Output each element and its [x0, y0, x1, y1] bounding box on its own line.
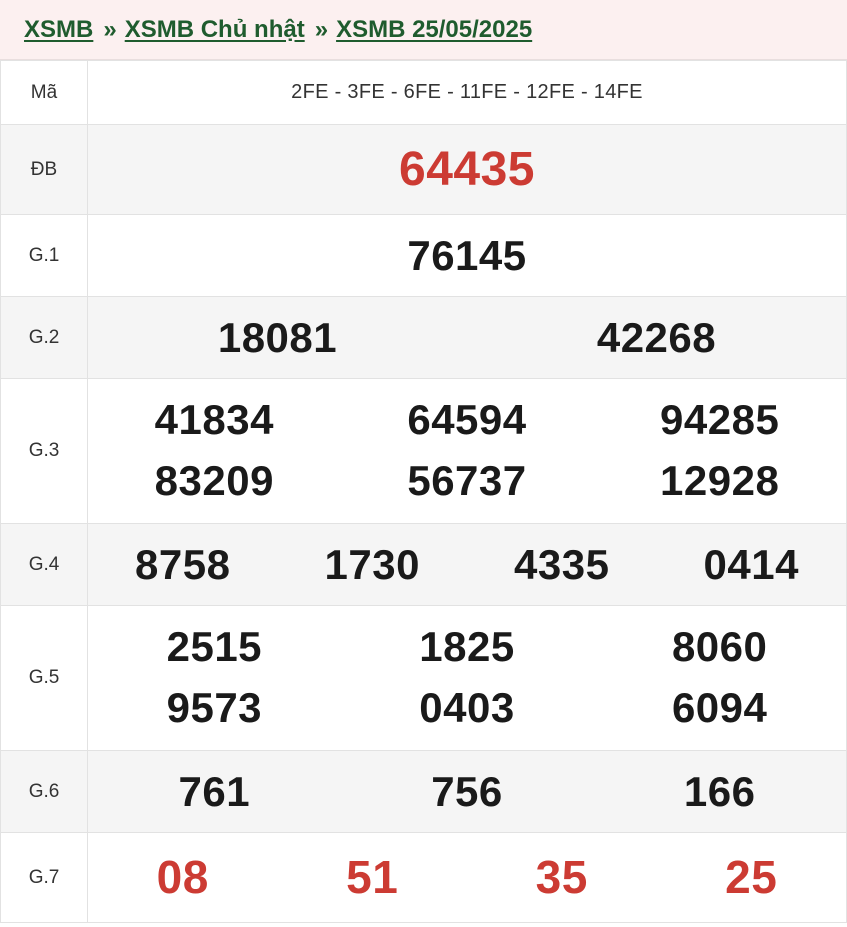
prize-3-number: 56737	[407, 457, 527, 504]
table-row-prize-5: G.5 2515 1825 8060 9573 0403 6094	[0, 605, 847, 751]
prize-3-number: 12928	[660, 457, 780, 504]
prize-5-number: 9573	[166, 684, 263, 731]
prize-5-number: 1825	[419, 623, 515, 671]
prize-5-number: 8060	[671, 623, 768, 671]
prize-4-cell: 8758 1730 4335 0414	[87, 523, 847, 606]
breadcrumb: XSMB » XSMB Chủ nhật » XSMB 25/05/2025	[0, 0, 847, 60]
table-row-code: Mã 2FE - 3FE - 6FE - 11FE - 12FE - 14FE	[0, 60, 847, 125]
prize-6-number: 166	[683, 767, 756, 815]
table-row-prize-2: G.2 18081 42268	[0, 296, 847, 379]
special-prize-cell: 64435	[87, 124, 847, 215]
table-row-prize-7: G.7 08 51 35 25	[0, 832, 847, 923]
prize-7-number: 51	[346, 850, 399, 903]
prize-2-number: 42268	[596, 313, 717, 361]
prize-6-number: 756	[431, 767, 503, 815]
prize-5-cell: 2515 1825 8060 9573 0403 6094	[87, 605, 847, 751]
breadcrumb-separator: »	[103, 15, 117, 43]
breadcrumb-link-xsmb[interactable]: XSMB	[24, 16, 93, 44]
row-label-prize-2: G.2	[0, 296, 88, 379]
table-row-prize-1: G.1 76145	[0, 214, 847, 297]
prize-4-number: 8758	[135, 540, 231, 588]
prize-7-cell: 08 51 35 25	[87, 832, 847, 923]
prize-5-number: 0403	[419, 684, 515, 731]
table-row-prize-4: G.4 8758 1730 4335 0414	[0, 523, 847, 606]
row-label-prize-7: G.7	[0, 832, 88, 923]
breadcrumb-separator: »	[314, 15, 329, 43]
special-prize-number: 64435	[399, 142, 535, 196]
results-page: XSMB » XSMB Chủ nhật » XSMB 25/05/2025 M…	[0, 0, 847, 927]
code-value: 2FE - 3FE - 6FE - 11FE - 12FE - 14FE	[87, 60, 847, 125]
prize-1-number: 76145	[407, 231, 527, 279]
breadcrumb-link-xsmb-date[interactable]: XSMB 25/05/2025	[336, 16, 532, 44]
row-label-prize-6: G.6	[0, 750, 88, 833]
prize-6-number: 761	[178, 767, 251, 815]
prize-4-number: 4335	[514, 540, 610, 588]
prize-3-number: 83209	[154, 457, 274, 504]
prize-4-number: 1730	[324, 540, 420, 588]
prize-3-cell: 41834 64594 94285 83209 56737 12928	[87, 378, 847, 524]
results-table: Mã 2FE - 3FE - 6FE - 11FE - 12FE - 14FE …	[0, 60, 847, 923]
row-label-code: Mã	[0, 60, 88, 125]
prize-3-number: 64594	[407, 396, 527, 444]
prize-7-number: 08	[156, 850, 209, 903]
prize-2-number: 18081	[217, 313, 338, 361]
breadcrumb-link-xsmb-sunday[interactable]: XSMB Chủ nhật	[125, 16, 305, 44]
prize-3-number: 94285	[660, 396, 780, 444]
row-label-special-prize: ĐB	[0, 124, 88, 215]
row-label-prize-3: G.3	[0, 378, 88, 524]
prize-7-number: 35	[535, 850, 588, 903]
prize-1-cell: 76145	[87, 214, 847, 297]
prize-2-cell: 18081 42268	[87, 296, 847, 379]
table-row-prize-3: G.3 41834 64594 94285 83209 56737 12928	[0, 378, 847, 524]
prize-7-number: 25	[725, 850, 778, 903]
prize-5-number: 6094	[671, 684, 768, 731]
row-label-prize-4: G.4	[0, 523, 88, 606]
row-label-prize-5: G.5	[0, 605, 88, 751]
prize-6-cell: 761 756 166	[87, 750, 847, 833]
table-row-prize-6: G.6 761 756 166	[0, 750, 847, 833]
prize-5-number: 2515	[166, 623, 263, 671]
prize-3-number: 41834	[154, 396, 274, 444]
table-row-special-prize: ĐB 64435	[0, 124, 847, 215]
prize-4-number: 0414	[703, 540, 799, 588]
row-label-prize-1: G.1	[0, 214, 88, 297]
